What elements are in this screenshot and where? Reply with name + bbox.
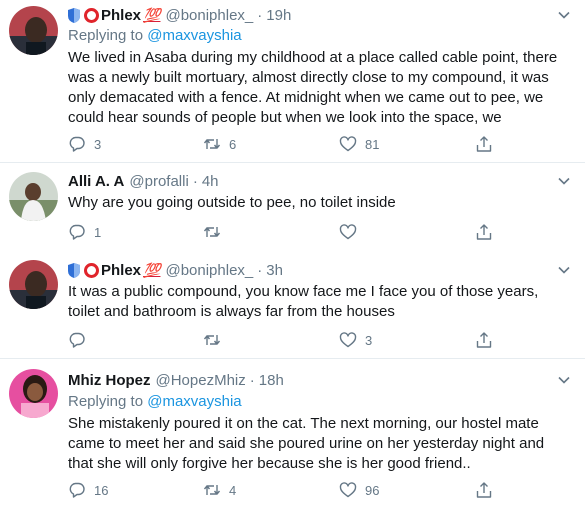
display-name[interactable]: Phlex [101, 262, 141, 279]
reply-count: 1 [94, 224, 102, 240]
tweet[interactable]: Alli A. A @profalli · 4h Why are you goi… [0, 163, 585, 252]
tweet-text: Why are you going outside to pee, no toi… [68, 194, 396, 211]
retweet-count: 4 [229, 482, 237, 498]
reply-button[interactable]: 1 [68, 222, 101, 242]
red-circle-icon [84, 262, 99, 278]
retweet-icon [203, 485, 221, 495]
share-button[interactable] [475, 222, 493, 242]
mention-link[interactable]: @maxvayshia [147, 27, 241, 44]
tweet-text: We lived in Asaba during my childhood at… [68, 49, 558, 126]
tweet-header: Mhiz Hopez @HopezMhiz · 18h [68, 370, 284, 390]
user-handle[interactable]: @profalli [129, 173, 188, 190]
chevron-down-icon[interactable] [557, 373, 571, 387]
avatar[interactable] [9, 6, 58, 55]
tweet[interactable]: Mhiz Hopez @HopezMhiz · 18h Replying to … [0, 360, 585, 506]
like-button[interactable]: 81 [339, 134, 379, 154]
like-count: 3 [365, 332, 373, 348]
tweet-text: She mistakenly poured it on the cat. The… [68, 415, 545, 472]
replying-to: Replying to @maxvayshia [68, 26, 242, 46]
timestamp[interactable]: 18h [259, 372, 284, 389]
shield-icon [68, 262, 80, 278]
heart-icon [339, 136, 357, 152]
avatar[interactable] [9, 172, 58, 221]
reply-button[interactable] [68, 330, 94, 350]
like-count: 81 [365, 136, 380, 152]
heart-icon [339, 482, 357, 498]
separator-dot: · [249, 371, 255, 389]
tweet[interactable]: Phlex 💯 @boniphlex_ · 19h Replying to @m… [0, 0, 585, 163]
chevron-down-icon[interactable] [557, 174, 571, 188]
tweet-header: Phlex 💯 @boniphlex_ · 19h [68, 5, 291, 25]
retweet-button[interactable]: 4 [203, 480, 236, 500]
reply-icon [69, 136, 85, 152]
reply-count: 3 [94, 136, 102, 152]
share-button[interactable] [475, 480, 493, 500]
separator-dot: · [257, 6, 263, 24]
retweet-icon [203, 335, 221, 345]
reply-icon [69, 482, 85, 498]
separator-dot: · [257, 261, 263, 279]
tweet-header: Phlex 💯 @boniphlex_ · 3h [68, 260, 283, 280]
tweet-actions: 3 6 81 [68, 134, 492, 154]
replying-to-label: Replying to [68, 27, 144, 44]
mention-link[interactable]: @maxvayshia [147, 393, 241, 410]
heart-icon [339, 224, 357, 240]
share-button[interactable] [475, 134, 493, 154]
display-name[interactable]: Alli A. A [68, 173, 124, 190]
separator-dot: · [192, 172, 198, 190]
share-icon [476, 136, 492, 152]
user-handle[interactable]: @boniphlex_ [165, 7, 253, 24]
replying-to: Replying to @maxvayshia [68, 392, 242, 412]
timestamp[interactable]: 4h [202, 173, 219, 190]
timestamp[interactable]: 3h [266, 262, 283, 279]
reply-icon [69, 224, 85, 240]
display-name[interactable]: Phlex [101, 7, 141, 24]
user-handle[interactable]: @HopezMhiz [156, 372, 246, 389]
share-icon [476, 482, 492, 498]
retweet-icon [203, 227, 221, 237]
like-button[interactable] [339, 222, 365, 242]
tweet-actions: 3 [68, 330, 492, 350]
retweet-button[interactable] [203, 330, 229, 350]
user-handle[interactable]: @boniphlex_ [165, 262, 253, 279]
shield-icon [68, 7, 80, 23]
tweet-actions: 16 4 96 [68, 480, 492, 500]
tweet-actions: 1 [68, 222, 492, 242]
tweet-header: Alli A. A @profalli · 4h [68, 171, 219, 191]
retweet-icon [203, 139, 221, 149]
reply-button[interactable]: 3 [68, 134, 101, 154]
hundred-points-icon: 💯 [143, 261, 161, 278]
reply-count: 16 [94, 482, 109, 498]
share-icon [476, 332, 492, 348]
tweet[interactable]: Phlex 💯 @boniphlex_ · 3h It was a public… [0, 252, 585, 359]
retweet-button[interactable]: 6 [203, 134, 236, 154]
avatar[interactable] [9, 369, 58, 418]
red-circle-icon [84, 7, 99, 23]
like-button[interactable]: 96 [339, 480, 379, 500]
tweet-text: It was a public compound, you know face … [68, 283, 539, 320]
share-button[interactable] [475, 330, 493, 350]
retweet-count: 6 [229, 136, 237, 152]
chevron-down-icon[interactable] [557, 263, 571, 277]
heart-icon [339, 332, 357, 348]
timestamp[interactable]: 19h [266, 7, 291, 24]
share-icon [476, 224, 492, 240]
display-name[interactable]: Mhiz Hopez [68, 372, 151, 389]
hundred-points-icon: 💯 [143, 6, 161, 23]
reply-button[interactable]: 16 [68, 480, 108, 500]
replying-to-label: Replying to [68, 393, 144, 410]
chevron-down-icon[interactable] [557, 8, 571, 22]
like-count: 96 [365, 482, 380, 498]
like-button[interactable]: 3 [339, 330, 372, 350]
avatar[interactable] [9, 260, 58, 309]
reply-icon [69, 332, 85, 348]
retweet-button[interactable] [203, 222, 229, 242]
